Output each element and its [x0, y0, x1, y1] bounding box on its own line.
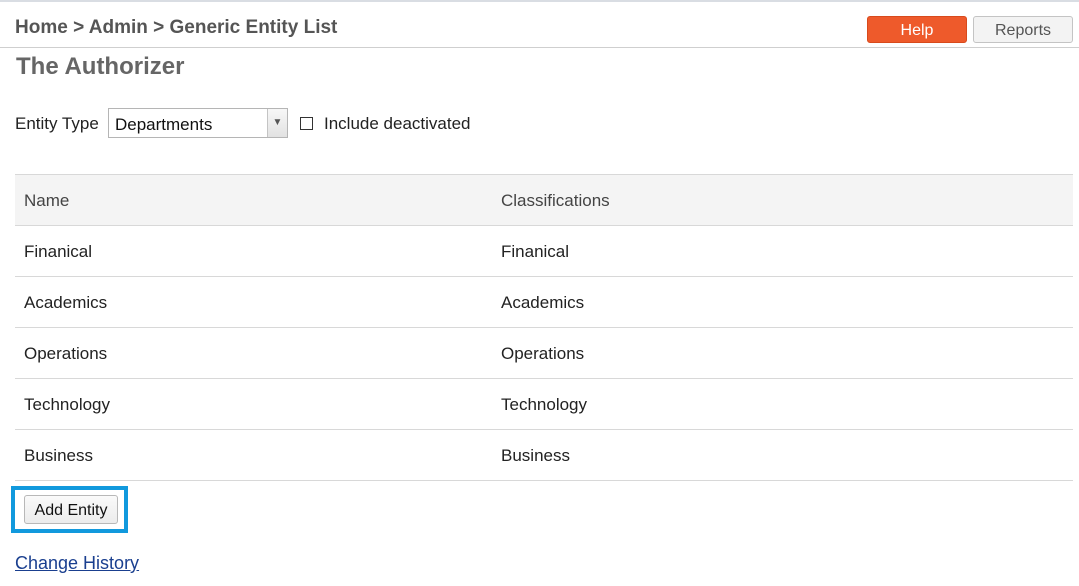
entity-type-value: Departments	[115, 115, 213, 134]
table-row[interactable]: Finanical Finanical	[15, 226, 1073, 277]
cell-classification: Finanical	[501, 242, 570, 261]
table-header-row: Name Classifications	[15, 175, 1073, 226]
add-entity-button[interactable]: Add Entity	[24, 495, 118, 524]
column-header-classifications[interactable]: Classifications	[501, 191, 610, 211]
table-row[interactable]: Academics Academics	[15, 277, 1073, 328]
header-bar: Home > Admin > Generic Entity List Help …	[0, 2, 1079, 48]
entity-type-select[interactable]: Departments ▼	[108, 108, 288, 138]
cell-name: Technology	[24, 395, 111, 414]
help-button[interactable]: Help	[867, 16, 967, 43]
breadcrumb: Home > Admin > Generic Entity List	[15, 17, 338, 38]
page-title: The Authorizer	[16, 53, 185, 80]
cell-classification: Business	[501, 446, 570, 465]
change-history-link[interactable]: Change History	[15, 553, 139, 574]
cell-name: Academics	[24, 293, 108, 312]
entity-type-label: Entity Type	[15, 114, 99, 133]
cell-name: Business	[24, 446, 93, 465]
table-row[interactable]: Operations Operations	[15, 328, 1073, 379]
entity-table: Name Classifications Finanical Finanical…	[15, 174, 1073, 481]
include-deactivated-label[interactable]: Include deactivated	[324, 114, 471, 134]
chevron-down-icon[interactable]: ▼	[267, 109, 287, 137]
reports-button[interactable]: Reports	[973, 16, 1073, 43]
cell-classification: Academics	[501, 293, 585, 312]
table-row[interactable]: Technology Technology	[15, 379, 1073, 430]
include-deactivated-checkbox[interactable]	[300, 117, 313, 130]
cell-name: Finanical	[24, 242, 93, 261]
column-header-name[interactable]: Name	[24, 191, 69, 211]
table-row[interactable]: Business Business	[15, 430, 1073, 481]
cell-classification: Technology	[501, 395, 588, 414]
cell-name: Operations	[24, 344, 108, 363]
cell-classification: Operations	[501, 344, 585, 363]
